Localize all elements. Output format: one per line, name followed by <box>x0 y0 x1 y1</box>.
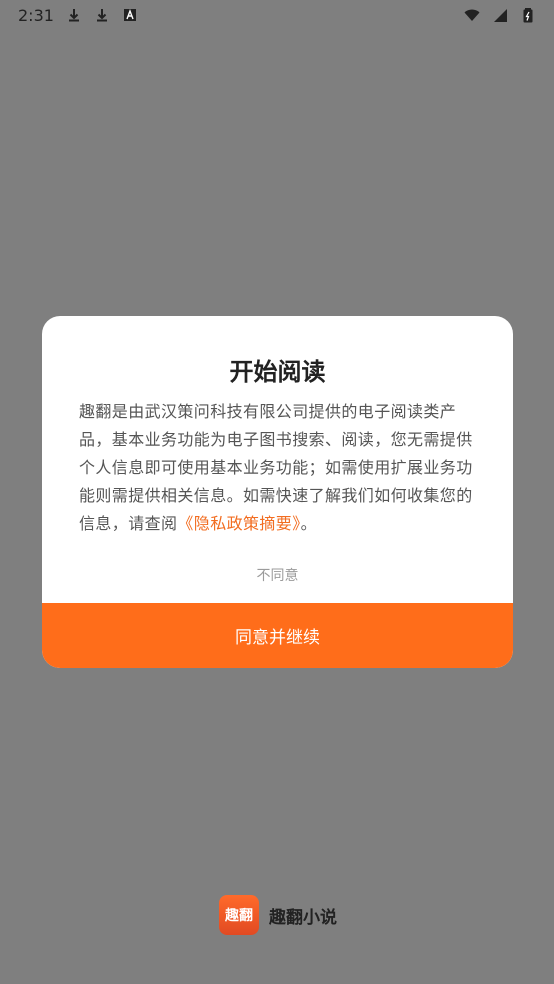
dialog-title: 开始阅读 <box>229 358 326 386</box>
status-time: 2:31 <box>18 5 54 25</box>
a-box-icon <box>122 7 138 23</box>
status-right <box>464 7 536 23</box>
wifi-icon <box>464 7 480 23</box>
dialog-body-suffix: 。 <box>300 514 318 533</box>
download-icon <box>94 7 110 23</box>
battery-icon <box>520 7 536 23</box>
status-bar: 2:31 <box>0 0 554 30</box>
dialog-body: 趣翻是由武汉策问科技有限公司提供的电子阅读类产品，基本业务功能为电子图书搜索、阅… <box>79 398 476 538</box>
download-icon <box>66 7 82 23</box>
status-left: 2:31 <box>18 6 138 25</box>
privacy-dialog: 开始阅读 趣翻是由武汉策问科技有限公司提供的电子阅读类产品，基本业务功能为电子图… <box>42 316 513 668</box>
cell-signal-icon <box>492 7 508 23</box>
brand: 趣翻 趣翻小说 <box>219 895 337 935</box>
privacy-policy-link[interactable]: 《隐私政策摘要》 <box>177 514 300 533</box>
disagree-button[interactable]: 不同意 <box>42 562 513 590</box>
app-name: 趣翻小说 <box>269 907 337 928</box>
agree-continue-button[interactable]: 同意并继续 <box>42 603 513 668</box>
app-logo: 趣翻 <box>219 895 259 935</box>
